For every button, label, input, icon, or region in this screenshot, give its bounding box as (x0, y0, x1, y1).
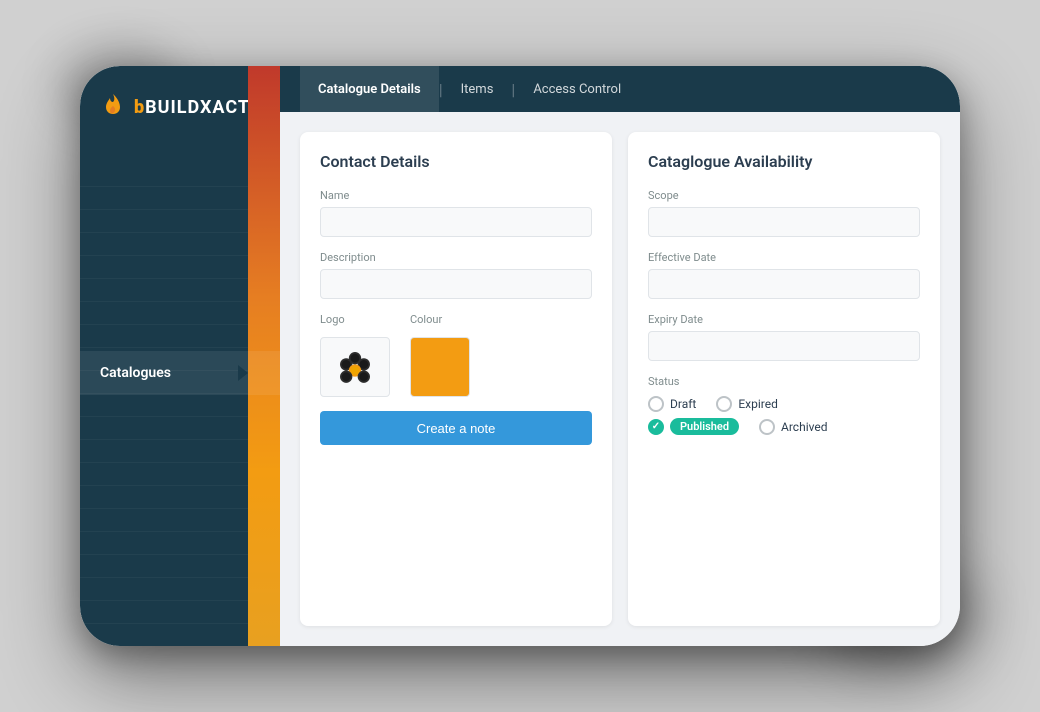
status-label: Status (648, 375, 920, 388)
logo-text: bBUILDXACT (134, 97, 250, 118)
effective-date-input[interactable] (648, 269, 920, 299)
name-label: Name (320, 189, 592, 202)
archived-radio[interactable] (759, 419, 775, 435)
colour-section: Colour (410, 313, 470, 397)
logo-section: Logo (320, 313, 390, 397)
sidebar-stripe (80, 186, 248, 646)
contact-details-panel: Contact Details Name Description Logo (300, 132, 612, 626)
published-radio[interactable] (648, 419, 664, 435)
status-published[interactable]: Published (648, 418, 739, 435)
catalogue-availability-title: Cataglogue Availability (648, 152, 920, 171)
effective-date-field: Effective Date (648, 251, 920, 299)
colour-label: Colour (410, 313, 470, 326)
colour-preview[interactable] (410, 337, 470, 397)
logo-preview (320, 337, 390, 397)
scope-label: Scope (648, 189, 920, 202)
tab-items[interactable]: Items (443, 66, 512, 112)
description-input[interactable] (320, 269, 592, 299)
scope-input[interactable] (648, 207, 920, 237)
status-row-2: Published Archived (648, 418, 920, 435)
catalogue-availability-panel: Cataglogue Availability Scope Effective … (628, 132, 940, 626)
expiry-date-input[interactable] (648, 331, 920, 361)
logo-colour-row: Logo (320, 313, 592, 397)
tab-access-control[interactable]: Access Control (515, 66, 639, 112)
draft-radio[interactable] (648, 396, 664, 412)
expiry-date-label: Expiry Date (648, 313, 920, 326)
logo-icon (100, 94, 126, 120)
description-label: Description (320, 251, 592, 264)
status-row-1: Draft Expired (648, 396, 920, 412)
scope-field: Scope (648, 189, 920, 237)
create-note-button[interactable]: Create a note (320, 411, 592, 445)
contact-details-title: Contact Details (320, 152, 592, 171)
sidebar: bBUILDXACT Catalogues (80, 66, 280, 646)
logo-label: Logo (320, 313, 390, 326)
sidebar-item-catalogues[interactable]: Catalogues (80, 351, 280, 395)
honeycomb-icon (333, 345, 377, 389)
status-section: Status Draft Expired (648, 375, 920, 435)
top-nav: Catalogue Details | Items | Access Contr… (280, 66, 960, 112)
panels-area: Contact Details Name Description Logo (280, 112, 960, 646)
published-badge: Published (670, 418, 739, 435)
status-draft[interactable]: Draft (648, 396, 696, 412)
effective-date-label: Effective Date (648, 251, 920, 264)
main-content: Catalogue Details | Items | Access Contr… (280, 66, 960, 646)
name-field: Name (320, 189, 592, 237)
tab-catalogue-details[interactable]: Catalogue Details (300, 66, 439, 112)
status-expired[interactable]: Expired (716, 396, 778, 412)
expiry-date-field: Expiry Date (648, 313, 920, 361)
description-field: Description (320, 251, 592, 299)
status-archived[interactable]: Archived (759, 419, 827, 435)
name-input[interactable] (320, 207, 592, 237)
expired-radio[interactable] (716, 396, 732, 412)
